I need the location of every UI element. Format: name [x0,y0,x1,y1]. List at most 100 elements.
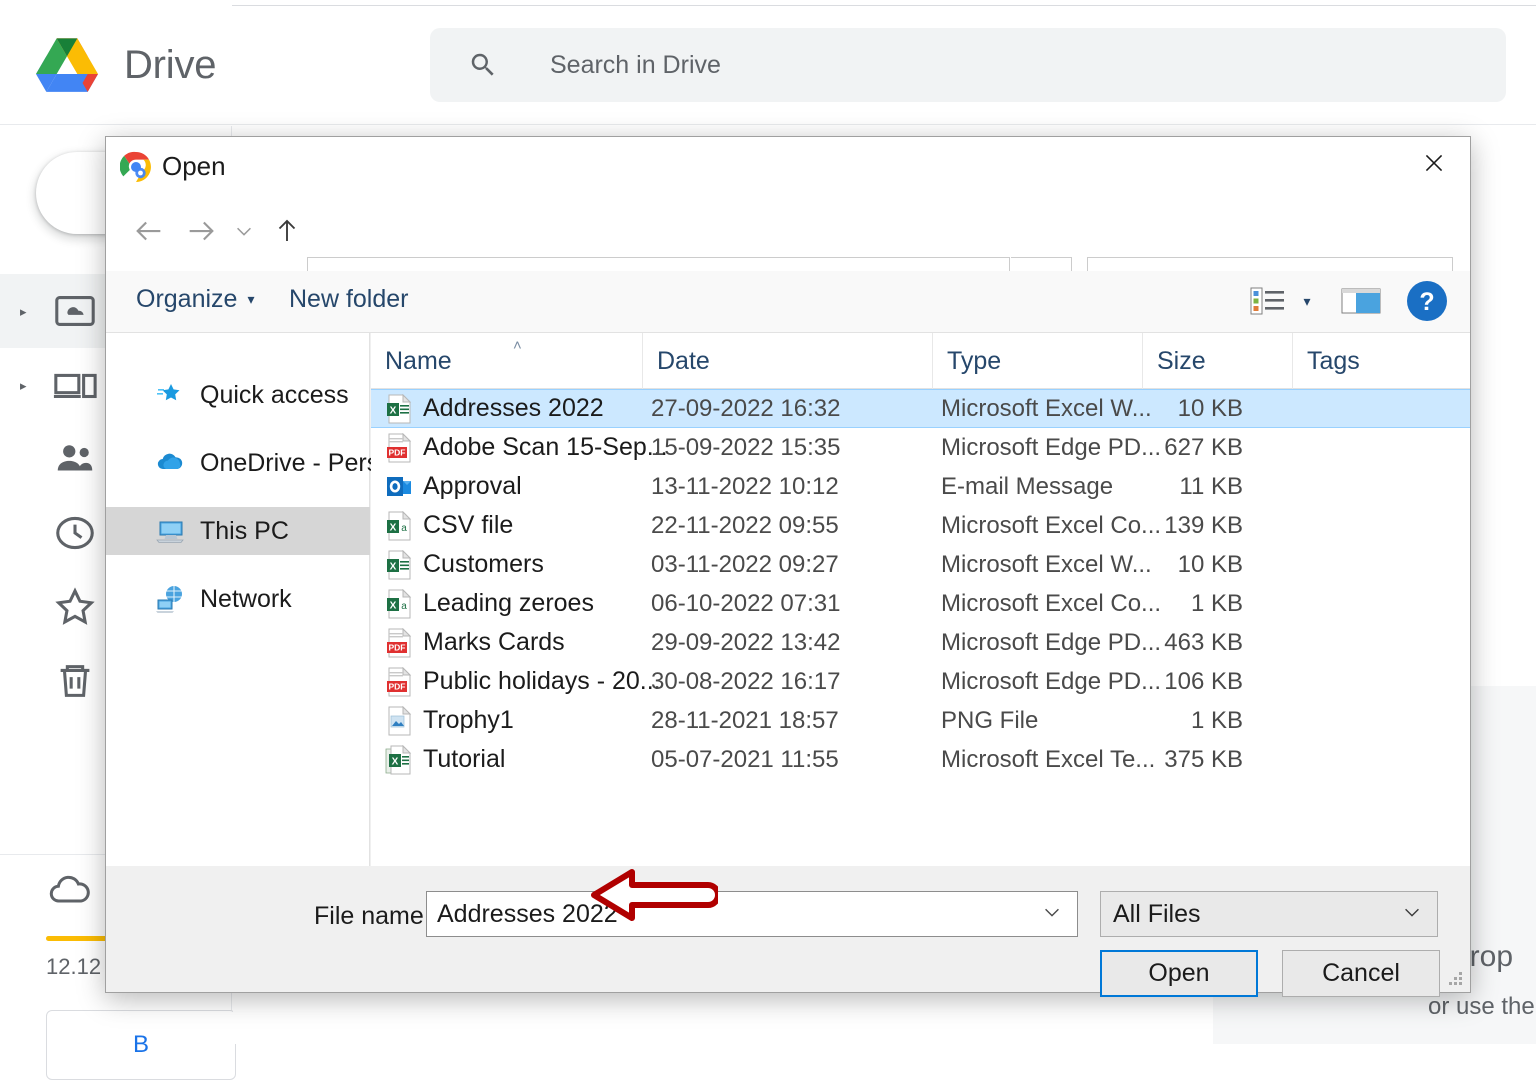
dialog-footer: File name: Addresses 2022 All Files Open… [106,866,1470,992]
file-name-value: Addresses 2022 [437,900,618,929]
sidebar-label: Network [200,585,292,614]
table-row[interactable]: X a Leading zeroes 06-10-2022 07:31 Micr… [371,584,1470,623]
file-name: Public holidays - 20... [423,667,661,696]
file-list-pane: Name ˄ Date Type Size Tags X Addres [371,333,1470,866]
back-button[interactable] [126,205,172,257]
dialog-navigation-pane: Quick access OneDrive - Persona This PC [106,333,370,866]
dialog-title: Open [162,151,226,182]
column-header-type[interactable]: Type [933,333,1143,389]
organize-button[interactable]: Organize ▾ [136,285,254,314]
drive-header: Drive Search in Drive [0,6,1536,125]
svg-text:X: X [390,561,397,572]
file-name-dropdown-button[interactable] [1041,901,1063,928]
drive-search-placeholder: Search in Drive [550,51,721,80]
svg-text:PDF: PDF [389,681,406,691]
column-header-size[interactable]: Size [1143,333,1293,389]
sidebar-label: This PC [200,517,289,546]
column-header-date[interactable]: Date [643,333,933,389]
sidebar-item-this-pc[interactable]: This PC [106,507,370,555]
drive-search-input[interactable]: Search in Drive [430,28,1506,102]
column-header-name[interactable]: Name ˄ [371,333,643,389]
file-name: CSV file [423,511,513,540]
new-folder-button[interactable]: New folder [289,285,409,314]
chevron-down-icon [1401,901,1423,923]
file-date: 13-11-2022 10:12 [651,473,839,501]
svg-text:PDF: PDF [389,447,406,457]
open-file-dialog: Open [105,136,1471,993]
file-size: 1 KB [1071,590,1243,618]
view-options-dropdown[interactable]: ▾ [1291,283,1323,319]
preview-pane-button[interactable] [1339,283,1383,319]
filter-dropdown-button[interactable] [1401,901,1423,928]
buy-storage-button[interactable]: B [46,1010,236,1080]
browser-chrome-edge-left [0,0,232,5]
file-name: Approval [423,472,522,501]
file-size: 11 KB [1071,473,1243,501]
svg-text:X: X [390,600,397,611]
sidebar-item-onedrive[interactable]: OneDrive - Persona [106,439,370,487]
file-name: Adobe Scan 15-Sep... [423,433,668,462]
file-name-input[interactable]: Addresses 2022 [426,891,1078,937]
table-row[interactable]: Approval 13-11-2022 10:12 E-mail Message… [371,467,1470,506]
open-button[interactable]: Open [1100,950,1258,997]
file-name: Marks Cards [423,628,565,657]
trash-icon [52,658,98,704]
drive-brand[interactable]: Drive [0,38,430,93]
dialog-command-bar: Organize ▾ New folder ▾ [106,271,1470,333]
file-name-label: File name: [314,902,431,931]
drive-title: Drive [124,43,216,88]
expand-caret-icon[interactable]: ▸ [20,379,46,392]
pdf-file-icon: PDF [385,628,413,658]
csv-file-icon: X a [385,589,413,619]
recent-locations-button[interactable] [228,205,260,257]
cancel-button[interactable]: Cancel [1282,950,1440,997]
table-row[interactable]: PDF Marks Cards 29-09-2022 13:42 Microso… [371,623,1470,662]
arrow-up-icon [272,216,302,246]
storage-usage-text: 12.12 [46,954,101,980]
table-row[interactable]: X a CSV file 22-11-2022 09:55 Microsoft … [371,506,1470,545]
sidebar-item-quick-access[interactable]: Quick access [106,371,370,419]
table-row[interactable]: X Addresses 2022 27-09-2022 16:32 Micros… [371,389,1470,428]
file-date: 06-10-2022 07:31 [651,590,841,618]
svg-text:X: X [390,405,397,416]
view-options-icon [1250,285,1286,317]
dialog-navigation-bar: › This PC › Downloads › New folder [106,195,1470,271]
excel-file-icon: X [385,550,413,580]
starred-icon [52,584,98,630]
up-one-level-button[interactable] [264,205,310,257]
pdf-file-icon: PDF [385,433,413,463]
view-options-button[interactable] [1248,283,1288,319]
file-size: 1 KB [1071,707,1243,735]
file-type-filter-select[interactable]: All Files [1100,891,1438,937]
drop-text-line2: or use the [1428,993,1535,1021]
column-label: Tags [1293,347,1360,376]
shared-with-me-icon [52,436,98,482]
column-label: Type [933,347,1001,376]
organize-label: Organize [136,285,237,314]
forward-button[interactable] [178,205,224,257]
table-row[interactable]: X Tutorial 05-07-2021 11:55 Microsoft Ex… [371,740,1470,779]
table-row[interactable]: Trophy1 28-11-2021 18:57 PNG File 1 KB [371,701,1470,740]
storage-section[interactable] [46,866,94,914]
file-name: Addresses 2022 [423,394,604,423]
file-date: 29-09-2022 13:42 [651,629,841,657]
sidebar-item-network[interactable]: Network [106,575,370,623]
column-header-tags[interactable]: Tags [1293,333,1473,389]
file-size: 463 KB [1071,629,1243,657]
svg-text:X: X [390,522,397,533]
close-button[interactable] [1404,137,1464,189]
help-button[interactable]: ? [1405,279,1449,323]
table-row[interactable]: X Customers 03-11-2022 09:27 Microsoft E… [371,545,1470,584]
arrow-left-icon [132,214,166,248]
resize-grip-icon[interactable] [1446,969,1464,987]
excel-file-icon: X [385,394,413,424]
file-name: Trophy1 [423,706,514,735]
table-row[interactable]: PDF Public holidays - 20... 30-08-2022 1… [371,662,1470,701]
file-size: 627 KB [1071,434,1243,462]
file-date: 22-11-2022 09:55 [651,512,839,540]
table-row[interactable]: PDF Adobe Scan 15-Sep... 15-09-2022 15:3… [371,428,1470,467]
expand-caret-icon[interactable]: ▸ [20,305,46,318]
chevron-down-icon: ▾ [247,291,254,308]
file-size: 10 KB [1071,395,1243,423]
svg-text:X: X [392,756,399,767]
